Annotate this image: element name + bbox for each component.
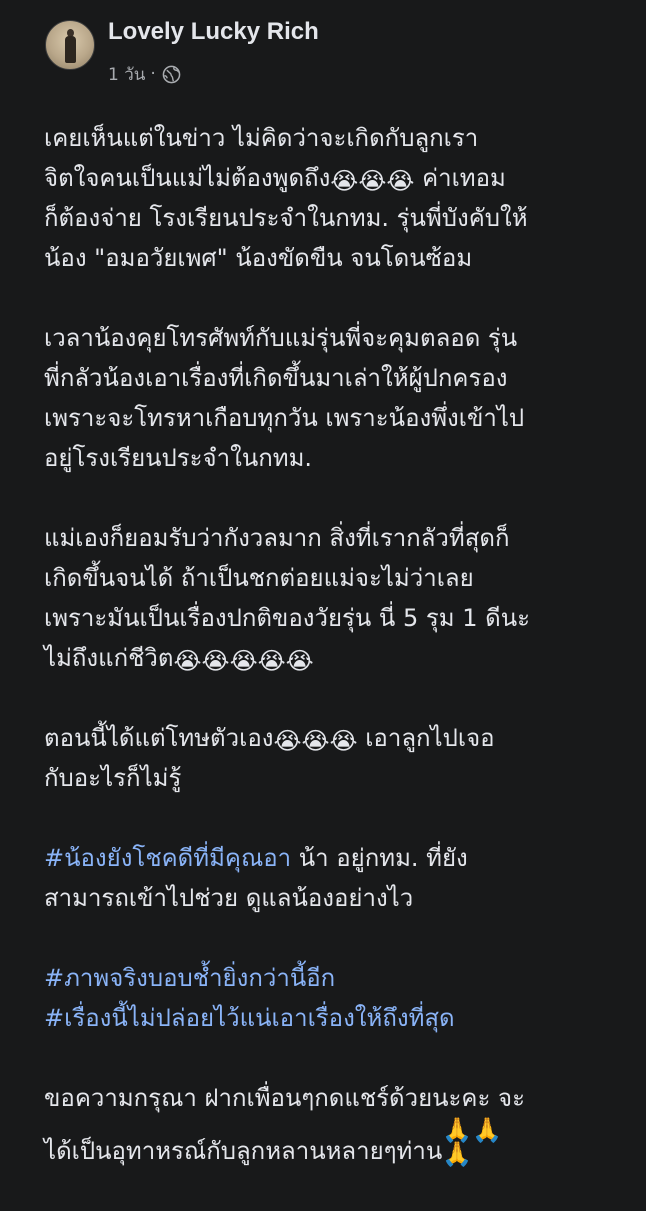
- hashtag-link[interactable]: #ภาพจริงบอบช้ำยิ่งกว่านี้อีก: [44, 964, 335, 992]
- paragraph-5: #น้องยังโชคดีที่มีคุณอา น้า อยู่กทม. ที่…: [44, 838, 604, 918]
- paragraph-3: แม่เองก็ยอมรับว่ากังวลมาก สิ่งที่เรากลัว…: [44, 518, 604, 678]
- meta-separator: ·: [150, 64, 156, 84]
- paragraph-2: เวลาน้องคุยโทรศัพท์กับแม่รุ่นพี่จะคุมตลอ…: [44, 324, 525, 472]
- paragraph-1: เคยเห็นแต่ในข่าว ไม่คิดว่าจะเกิดกับลูกเร…: [44, 118, 604, 278]
- paragraph-4: ตอนนี้ได้แต่โทษตัวเอง😭😭😭 เอาลูกไปเจอ กับ…: [44, 718, 604, 798]
- globe-icon[interactable]: [162, 65, 181, 84]
- paragraph-6: #ภาพจริงบอบช้ำยิ่งกว่านี้อีก #เรื่องนี้ไม…: [44, 958, 604, 1038]
- avatar-figure-body: [65, 36, 76, 63]
- crying-emoji: 😭😭😭😭😭: [173, 647, 314, 675]
- paragraph-7: ขอความกรุณา ฝากเพื่อนๆกดแชร์ด้วยนะคะ จะ …: [44, 1078, 604, 1171]
- hashtag-link[interactable]: #น้องยังโชคดีที่มีคุณอา: [44, 844, 291, 872]
- post-body: เคยเห็นแต่ในข่าว ไม่คิดว่าจะเกิดกับลูกเร…: [44, 118, 604, 1211]
- crying-emoji: 😭😭😭: [273, 727, 358, 755]
- paragraph-4-text: ตอนนี้ได้แต่โทษตัวเอง: [44, 724, 274, 752]
- hashtag-link[interactable]: #เรื่องนี้ไม่ปล่อยไว้แน่เอาเรื่องให้ถึงท…: [44, 1004, 455, 1032]
- post-meta: 1 วัน ·: [108, 63, 181, 85]
- post-header: Lovely Lucky Rich 1 วัน ·: [0, 0, 646, 100]
- author-name[interactable]: Lovely Lucky Rich: [108, 18, 319, 46]
- post-time[interactable]: 1 วัน: [108, 61, 145, 88]
- avatar[interactable]: [45, 20, 95, 70]
- folded-hands-emoji: 🙏🙏 🙏: [442, 1116, 503, 1168]
- crying-emoji: 😭😭😭: [330, 167, 415, 195]
